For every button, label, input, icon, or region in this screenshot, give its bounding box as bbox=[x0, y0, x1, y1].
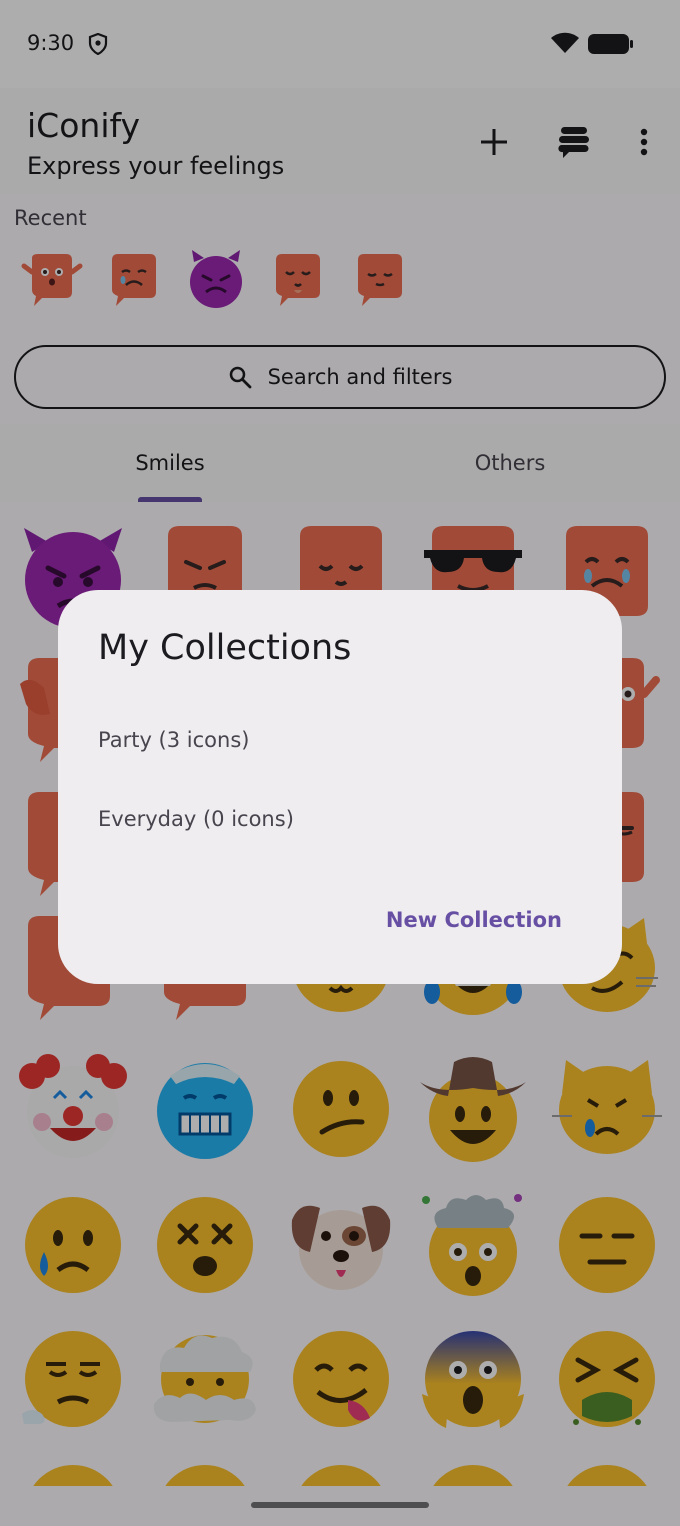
gesture-navigation-bar[interactable] bbox=[251, 1502, 429, 1508]
collection-item-everyday[interactable]: Everyday (0 icons) bbox=[98, 807, 294, 831]
new-collection-button[interactable]: New Collection bbox=[386, 908, 562, 932]
my-collections-dialog: My Collections Party (3 icons) Everyday … bbox=[58, 590, 622, 984]
collection-item-party[interactable]: Party (3 icons) bbox=[98, 728, 249, 752]
dialog-title: My Collections bbox=[98, 628, 352, 668]
screen: 9:30 iConify Express your feelings Recen… bbox=[0, 0, 680, 1526]
